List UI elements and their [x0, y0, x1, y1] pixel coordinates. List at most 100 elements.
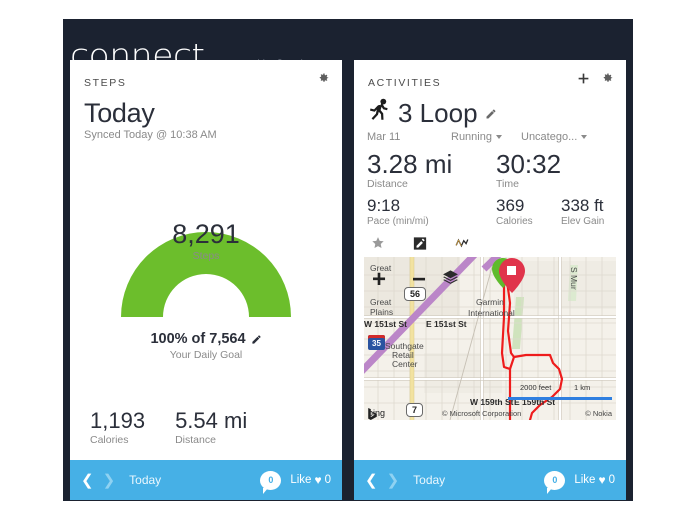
chevron-down-icon: [495, 135, 502, 139]
activity-distance-label: Distance: [367, 178, 408, 190]
activity-stat-elev: 338 ft Elev Gain: [561, 196, 626, 227]
activity-action-icons: [371, 236, 626, 250]
activity-time-label: Time: [496, 178, 519, 190]
steps-footer-label[interactable]: Today: [129, 473, 161, 487]
activities-card-header-icons: [576, 71, 614, 85]
like-label: Like: [574, 474, 596, 486]
activities-card-header: ACTIVITIES: [354, 60, 626, 92]
map-label-great-1: Great: [370, 263, 392, 273]
gear-icon[interactable]: [316, 71, 330, 85]
activity-secondary-stats: 9:18 Pace (min/mi) 369 Calories 338 ft E…: [367, 196, 626, 227]
activity-time-value: 30:32: [496, 149, 562, 179]
like-count: 0: [608, 474, 615, 486]
map-zoom-in-button[interactable]: +: [372, 268, 386, 292]
steps-calories-value: 1,193: [90, 408, 146, 433]
like-button[interactable]: Like ♥ 0: [574, 473, 615, 487]
map-attribution-nokia: © Nokia: [585, 409, 612, 418]
map-label-international: International: [468, 308, 515, 318]
steps-gauge: 8,291 Steps: [70, 157, 342, 317]
activity-calories-label: Calories: [496, 216, 533, 227]
activities-section-title: ACTIVITIES: [368, 77, 442, 89]
steps-calories-label: Calories: [90, 434, 129, 446]
activities-card-footer: ❮ ❯ Today 0 Like ♥ 0: [354, 460, 626, 500]
map-shield-56: 56: [404, 287, 427, 301]
activity-stat-distance: 3.28 mi Distance: [367, 149, 496, 191]
comment-count: 0: [552, 475, 558, 485]
steps-goal-percent: 100% of 7,564: [150, 331, 246, 347]
activity-map[interactable]: + − Great Great Plains W 151st St E 151s…: [364, 257, 616, 420]
activity-stat-pace: 9:18 Pace (min/mi): [367, 196, 496, 227]
heart-icon: ♥: [598, 473, 606, 487]
map-label-w-151st: W 151st St: [364, 319, 407, 329]
steps-goal-row: 100% of 7,564: [70, 331, 342, 347]
heart-icon: ♥: [314, 473, 322, 487]
chart-line-icon[interactable]: [455, 236, 469, 250]
comment-bubble-icon[interactable]: 0: [544, 470, 566, 494]
steps-distance-label: Distance: [175, 434, 216, 446]
steps-count-label: Steps: [192, 250, 220, 262]
chevron-left-icon[interactable]: ❮: [365, 473, 378, 488]
activities-card: ACTIVITIES 3 Loop Mar 11 Running Uncateg…: [354, 60, 626, 500]
activity-stat-time: 30:32 Time: [496, 149, 625, 191]
pencil-icon[interactable]: [251, 334, 262, 345]
chevron-right-icon[interactable]: ❯: [387, 473, 400, 488]
activity-meta-row: Mar 11 Running Uncatego...: [367, 131, 626, 143]
steps-sync-status: Synced Today @ 10:38 AM: [84, 129, 217, 141]
runner-icon: [367, 98, 391, 129]
activity-title-row: 3 Loop: [367, 98, 626, 129]
steps-stat-calories: 1,193 Calories: [90, 408, 145, 446]
activity-elev-label: Elev Gain: [561, 216, 605, 227]
activity-pace-label: Pace (min/mi): [367, 216, 429, 227]
comment-count: 0: [268, 475, 274, 485]
map-scale-feet-label: 2000 feet: [520, 383, 552, 392]
comment-bubble-icon[interactable]: 0: [260, 470, 282, 494]
steps-footer-social: 0 Like ♥ 0: [260, 470, 331, 494]
chevron-down-icon: [581, 135, 588, 139]
map-label-s-mur: S Mur: [569, 267, 579, 290]
activity-type-value: Running: [451, 131, 492, 143]
gear-icon[interactable]: [600, 71, 614, 85]
activity-date: Mar 11: [367, 131, 401, 143]
map-label-w-159th: W 159th St: [470, 397, 514, 407]
steps-count: 8,291: [172, 219, 240, 249]
steps-bottom-stats: 1,193 Calories 5.54 mi Distance: [90, 408, 342, 446]
note-edit-icon[interactable]: [413, 236, 427, 250]
like-label: Like: [290, 474, 312, 486]
map-label-plains: Plains: [370, 307, 394, 317]
map-scale-km-label: 1 km: [574, 383, 591, 392]
steps-card-header-icons: [316, 71, 330, 85]
map-scale-km-bar: [560, 397, 612, 400]
chevron-left-icon[interactable]: ❮: [81, 473, 94, 488]
steps-distance-value: 5.54 mi: [175, 408, 248, 433]
activity-stat-calories: 369 Calories: [496, 196, 561, 227]
activities-footer-label[interactable]: Today: [413, 473, 445, 487]
activity-pace-value: 9:18: [367, 196, 401, 215]
activity-type-select[interactable]: Running: [451, 131, 521, 143]
steps-section-title: STEPS: [84, 77, 127, 89]
steps-day-title: Today: [84, 98, 155, 128]
activity-name: 3 Loop: [398, 98, 478, 128]
activity-elev-value: 338 ft: [561, 196, 604, 215]
activity-primary-stats: 3.28 mi Distance 30:32 Time: [367, 149, 626, 191]
steps-goal-label: Your Daily Goal: [169, 349, 243, 361]
plus-icon[interactable]: [576, 71, 590, 85]
steps-stat-distance: 5.54 mi Distance: [175, 408, 247, 446]
app-screenshot: connect powered by Garmin STEPS Today Sy…: [0, 0, 696, 520]
like-count: 0: [324, 474, 331, 486]
activities-footer-social: 0 Like ♥ 0: [544, 470, 615, 494]
like-button[interactable]: Like ♥ 0: [290, 473, 331, 487]
pencil-icon[interactable]: [485, 108, 497, 120]
steps-card-header: STEPS: [70, 60, 342, 92]
map-label-great-2: Great: [370, 297, 392, 307]
steps-card: STEPS Today Synced Today @ 10:38 AM 8,29…: [70, 60, 342, 500]
chevron-right-icon[interactable]: ❯: [103, 473, 116, 488]
activity-category-select[interactable]: Uncatego...: [521, 131, 588, 143]
map-label-center: Center: [392, 359, 418, 369]
activity-distance-value: 3.28 mi: [367, 149, 453, 179]
map-shield-7: 7: [406, 403, 424, 417]
map-shield-i35: 35: [368, 335, 385, 350]
star-icon[interactable]: [371, 236, 385, 250]
map-label-garmin: Garmin: [476, 297, 504, 307]
bing-logo[interactable]: bing: [368, 408, 385, 420]
activity-calories-value: 369: [496, 196, 525, 215]
